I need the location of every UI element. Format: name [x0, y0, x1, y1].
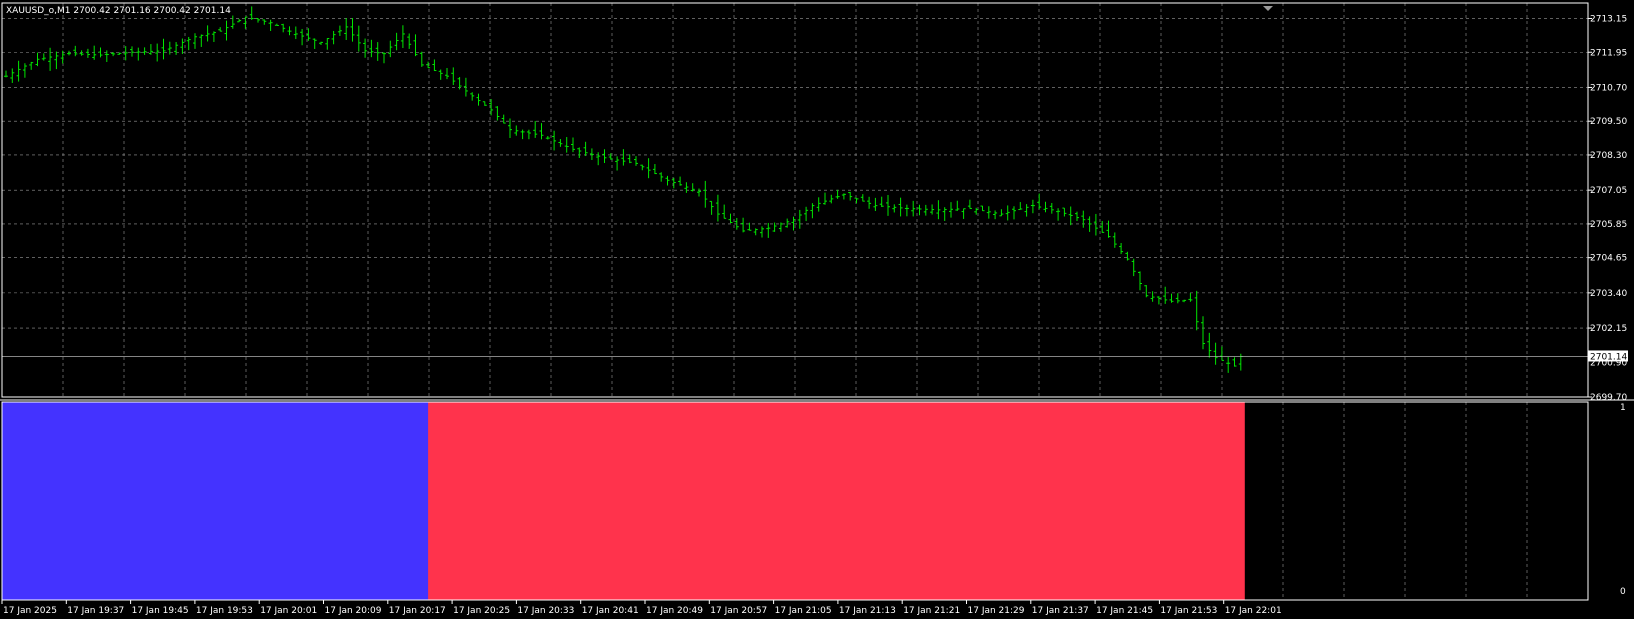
- symbol-info-label: XAUUSD_o,M1 2700.42 2701.16 2700.42 2701…: [6, 6, 231, 16]
- x-axis-tick-label: 17 Jan 19:53: [196, 606, 253, 616]
- x-axis-tick-label: 17 Jan 21:45: [1096, 606, 1153, 616]
- x-axis-tick-label: 17 Jan 20:17: [389, 606, 446, 616]
- x-axis-tick-label: 17 Jan 20:01: [260, 606, 317, 616]
- indicator-histogram: [2, 402, 1245, 600]
- y-axis-tick-label: 2703.40: [1590, 289, 1627, 299]
- x-axis-tick-label: 17 Jan 21:37: [1032, 606, 1089, 616]
- x-axis-tick-label: 17 Jan 20:33: [517, 606, 574, 616]
- indicator-y-tick-label: 1: [1620, 403, 1626, 413]
- x-axis-tick-label: 17 Jan 19:37: [67, 606, 124, 616]
- y-axis-tick-label: 2707.05: [1590, 186, 1627, 196]
- indicator-y-tick-label: 0: [1620, 587, 1626, 597]
- y-axis-tick-label: 2713.15: [1590, 14, 1627, 24]
- x-axis-tick-label: 17 Jan 21:05: [775, 606, 832, 616]
- y-axis-tick-label: 2708.30: [1590, 151, 1627, 161]
- indicator-segment: [428, 402, 1245, 600]
- y-axis-tick-label: 2704.65: [1590, 254, 1627, 264]
- y-axis-tick-label: 2702.15: [1590, 324, 1627, 334]
- y-axis-tick-label: 2705.85: [1590, 220, 1627, 230]
- current-price-label: 2701.14: [1590, 352, 1627, 362]
- x-axis-tick-label: 17 Jan 21:29: [968, 606, 1025, 616]
- chart-window[interactable]: 2713.15 2711.95 2710.70 2709.50 2708.30 2707.…: [0, 0, 1634, 619]
- indicator-segment: [2, 402, 433, 600]
- x-axis-tick-label: 17 Jan 21:21: [903, 606, 960, 616]
- y-axis-tick-label: 2709.50: [1590, 117, 1627, 127]
- x-axis-tick-label: 17 Jan 20:57: [710, 606, 767, 616]
- x-axis-tick-label: 17 Jan 21:53: [1160, 606, 1217, 616]
- x-axis-tick-label: 17 Jan 22:01: [1225, 606, 1282, 616]
- y-axis-tick-label: 2711.95: [1590, 48, 1627, 58]
- x-axis-tick-label: 17 Jan 20:41: [582, 606, 639, 616]
- x-axis-tick-label: 17 Jan 21:13: [839, 606, 896, 616]
- y-axis-tick-label: 2710.70: [1590, 83, 1627, 93]
- x-axis-tick-label: 17 Jan 20:49: [646, 606, 703, 616]
- x-axis-tick-label: 17 Jan 2025: [3, 606, 57, 616]
- x-axis-tick-label: 17 Jan 20:25: [453, 606, 510, 616]
- y-axis-tick-label: 2699.70: [1590, 393, 1627, 403]
- x-axis-tick-label: 17 Jan 20:09: [325, 606, 382, 616]
- x-axis-tick-label: 17 Jan 19:45: [132, 606, 189, 616]
